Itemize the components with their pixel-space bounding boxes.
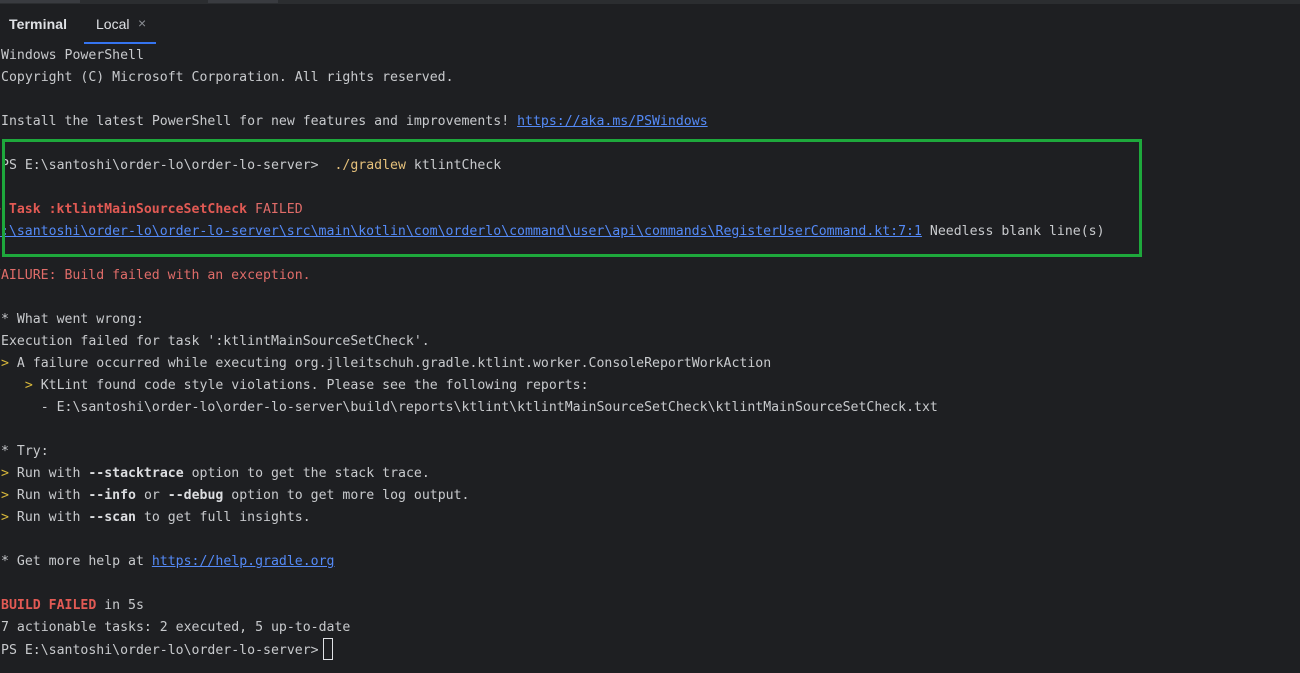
terminal-output[interactable]: Windows PowerShell Copyright (C) Microso… [0, 45, 1300, 673]
info-flag: --info [88, 488, 136, 503]
or-text: or [136, 488, 168, 503]
terminal-window: Terminal Local × Windows PowerShell Copy… [0, 0, 1300, 673]
hint-text: option to get more log output. [223, 488, 470, 503]
output-line: E:\santoshi\order-lo\order-lo-server\src… [0, 221, 1105, 243]
try-header: * Try: [1, 444, 49, 459]
output-line: FAILURE: Build failed with an exception. [0, 265, 311, 287]
output-line: > KtLint found code style violations. Pl… [1, 375, 589, 397]
install-text: Install the latest PowerShell for new fe… [1, 114, 518, 129]
output-line: Install the latest PowerShell for new fe… [1, 111, 708, 133]
prompt: PS E:\santoshi\order-lo\order-lo-server> [1, 643, 319, 658]
arrow-marker: > [1, 466, 9, 481]
debug-flag: --debug [167, 488, 224, 503]
powershell-banner: Windows PowerShell [1, 48, 144, 63]
tasks-summary: 7 actionable tasks: 2 executed, 5 up-to-… [1, 620, 351, 635]
prompt: PS E:\santoshi\order-lo\order-lo-server> [1, 158, 335, 173]
output-line: 7 actionable tasks: 2 executed, 5 up-to-… [1, 617, 350, 639]
output-line: Windows PowerShell [1, 45, 144, 67]
output-line: > Run with --info or --debug option to g… [1, 485, 469, 507]
tab-local[interactable]: Local × [84, 4, 156, 44]
hint-text: to get full insights. [136, 510, 311, 525]
top-edge-segment [0, 0, 80, 3]
build-failed-label: BUILD FAILED [1, 598, 97, 613]
task-prefix: > [0, 202, 9, 217]
what-went-wrong-header: * What went wrong: [1, 312, 144, 327]
task-name: Task :ktlintMainSourceSetCheck [8, 202, 248, 217]
output-line: BUILD FAILED in 5s [1, 595, 144, 617]
ktlint-found-line: KtLint found code style violations. Plea… [32, 378, 589, 393]
violation-message: Needless blank line(s) [921, 224, 1105, 239]
tab-label[interactable]: Local [96, 16, 129, 32]
run-with-text: Run with [8, 510, 89, 525]
command-arg: ktlintCheck [405, 158, 502, 173]
violation-file-link[interactable]: E:\santoshi\order-lo\order-lo-server\src… [0, 224, 922, 239]
output-line: > A failure occurred while executing org… [1, 353, 771, 375]
output-line: PS E:\santoshi\order-lo\order-lo-server> [1, 638, 333, 661]
run-with-text: Run with [8, 466, 89, 481]
run-with-text: Run with [8, 488, 89, 503]
text-cursor[interactable] [322, 638, 333, 660]
output-line: Copyright (C) Microsoft Corporation. All… [1, 67, 454, 89]
arrow-marker: > [1, 356, 9, 371]
help-text: * Get more help at [1, 554, 152, 569]
hint-text: option to get the stack trace. [183, 466, 430, 481]
tool-window-title[interactable]: Terminal [9, 16, 67, 32]
output-line: Execution failed for task ':ktlintMainSo… [1, 331, 430, 353]
gradle-help-link[interactable]: https://help.gradle.org [152, 554, 335, 569]
output-line: > Run with --scan to get full insights. [1, 507, 311, 529]
scan-flag: --scan [88, 510, 136, 525]
failure-message: FAILURE: Build failed with an exception. [0, 268, 311, 283]
output-line: - E:\santoshi\order-lo\order-lo-server\b… [1, 397, 938, 419]
copyright-line: Copyright (C) Microsoft Corporation. All… [1, 70, 454, 85]
output-line: > Task :ktlintMainSourceSetCheck FAILED [0, 199, 303, 221]
output-line: * Try: [1, 441, 49, 463]
arrow-marker: > [1, 510, 9, 525]
output-line: * What went wrong: [1, 309, 144, 331]
top-edge-segment [208, 0, 278, 3]
arrow-marker: > [1, 488, 9, 503]
failure-occurred-line: A failure occurred while executing org.j… [8, 356, 772, 371]
arrow-marker: > [24, 378, 33, 393]
task-status: FAILED [247, 202, 303, 217]
close-icon[interactable]: × [138, 15, 146, 31]
command: ./gradlew [334, 158, 406, 173]
execution-failed-line: Execution failed for task ':ktlintMainSo… [1, 334, 430, 349]
output-line: * Get more help at https://help.gradle.o… [1, 551, 334, 573]
output-line: PS E:\santoshi\order-lo\order-lo-server>… [1, 155, 501, 177]
build-time: in 5s [96, 598, 144, 613]
output-line: > Run with --stacktrace option to get th… [1, 463, 430, 485]
terminal-tabbar: Terminal Local × [0, 4, 1300, 44]
report-path: - E:\santoshi\order-lo\order-lo-server\b… [1, 400, 938, 415]
stacktrace-flag: --stacktrace [88, 466, 184, 481]
pswindows-link[interactable]: https://aka.ms/PSWindows [517, 114, 708, 129]
